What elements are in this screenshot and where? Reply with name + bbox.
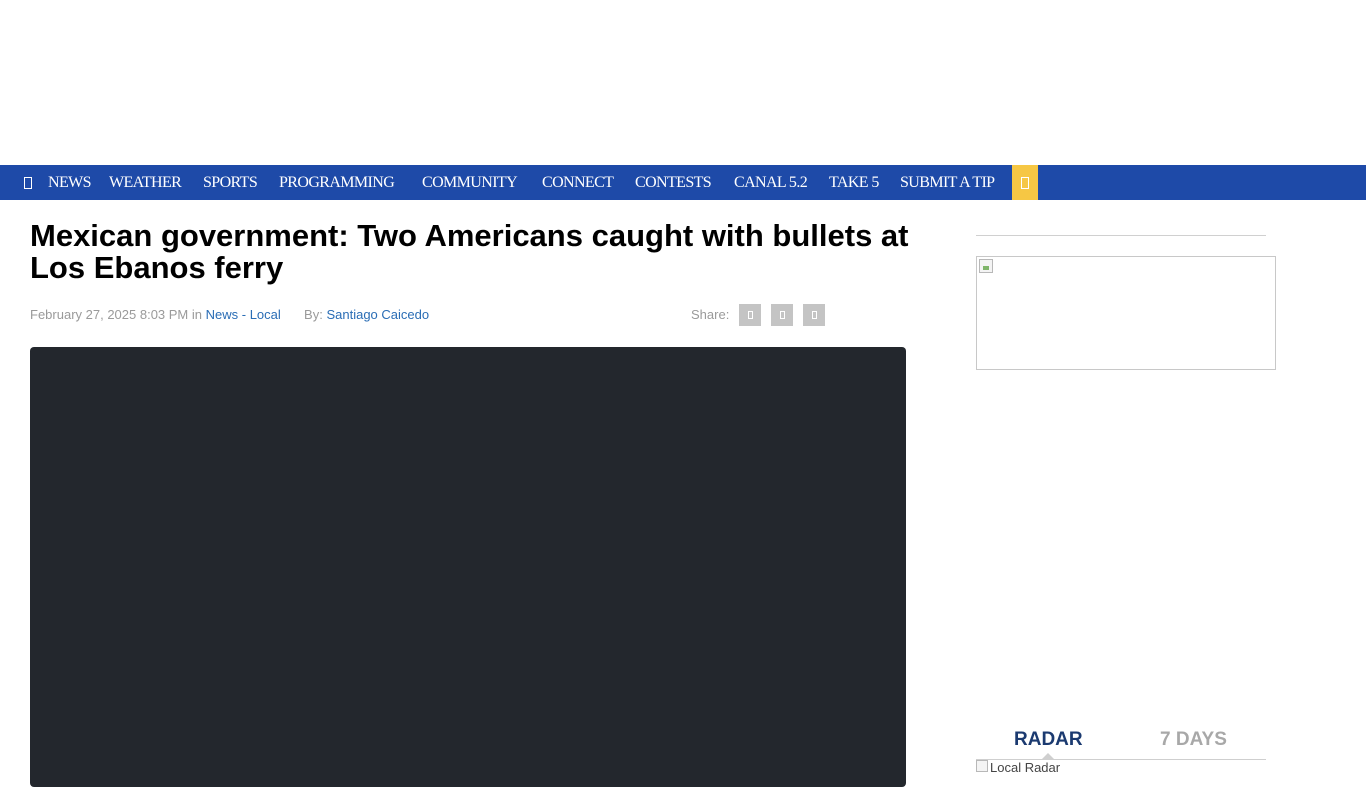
email-icon[interactable] xyxy=(803,304,825,326)
nav-item-contests[interactable]: CONTESTS xyxy=(635,165,712,200)
by-label: By: xyxy=(304,307,323,322)
article-meta: February 27, 2025 8:03 PM in News - Loca… xyxy=(30,307,429,322)
nav-item-news[interactable]: NEWS xyxy=(48,165,92,200)
twitter-icon[interactable] xyxy=(771,304,793,326)
menu-icon[interactable] xyxy=(14,165,42,200)
nav-item-canal-5-2[interactable]: CANAL 5.2 xyxy=(734,165,808,200)
video-player[interactable] xyxy=(30,347,906,787)
facebook-icon[interactable] xyxy=(739,304,761,326)
nav-item-sports[interactable]: SPORTS xyxy=(203,165,258,200)
broken-image-icon xyxy=(979,259,993,273)
nav-item-community[interactable]: COMMUNITY xyxy=(422,165,518,200)
search-icon[interactable] xyxy=(1012,165,1038,200)
broken-image-icon xyxy=(976,760,988,772)
sidebar-divider xyxy=(976,235,1266,236)
in-label: in xyxy=(191,307,203,322)
sidebar-ad[interactable] xyxy=(976,256,1276,370)
share-label: Share: xyxy=(691,307,730,322)
main-navbar: NEWS WEATHER SPORTS PROGRAMMING COMMUNIT… xyxy=(0,165,1366,200)
tab-radar[interactable]: RADAR xyxy=(1014,729,1083,751)
author-link[interactable]: Santiago Caicedo xyxy=(326,307,429,322)
category-link[interactable]: News - Local xyxy=(206,307,281,322)
article-date: February 27, 2025 8:03 PM xyxy=(30,307,189,322)
nav-item-programming[interactable]: PROGRAMMING xyxy=(279,165,395,200)
nav-item-submit-a-tip[interactable]: SUBMIT A TIP xyxy=(900,165,995,200)
nav-item-connect[interactable]: CONNECT xyxy=(542,165,614,200)
nav-item-weather[interactable]: WEATHER xyxy=(109,165,182,200)
nav-item-take-5[interactable]: TAKE 5 xyxy=(829,165,879,200)
article-headline: Mexican government: Two Americans caught… xyxy=(30,218,909,285)
top-ad-space xyxy=(0,0,1366,165)
tab-7-days[interactable]: 7 DAYS xyxy=(1160,729,1227,751)
